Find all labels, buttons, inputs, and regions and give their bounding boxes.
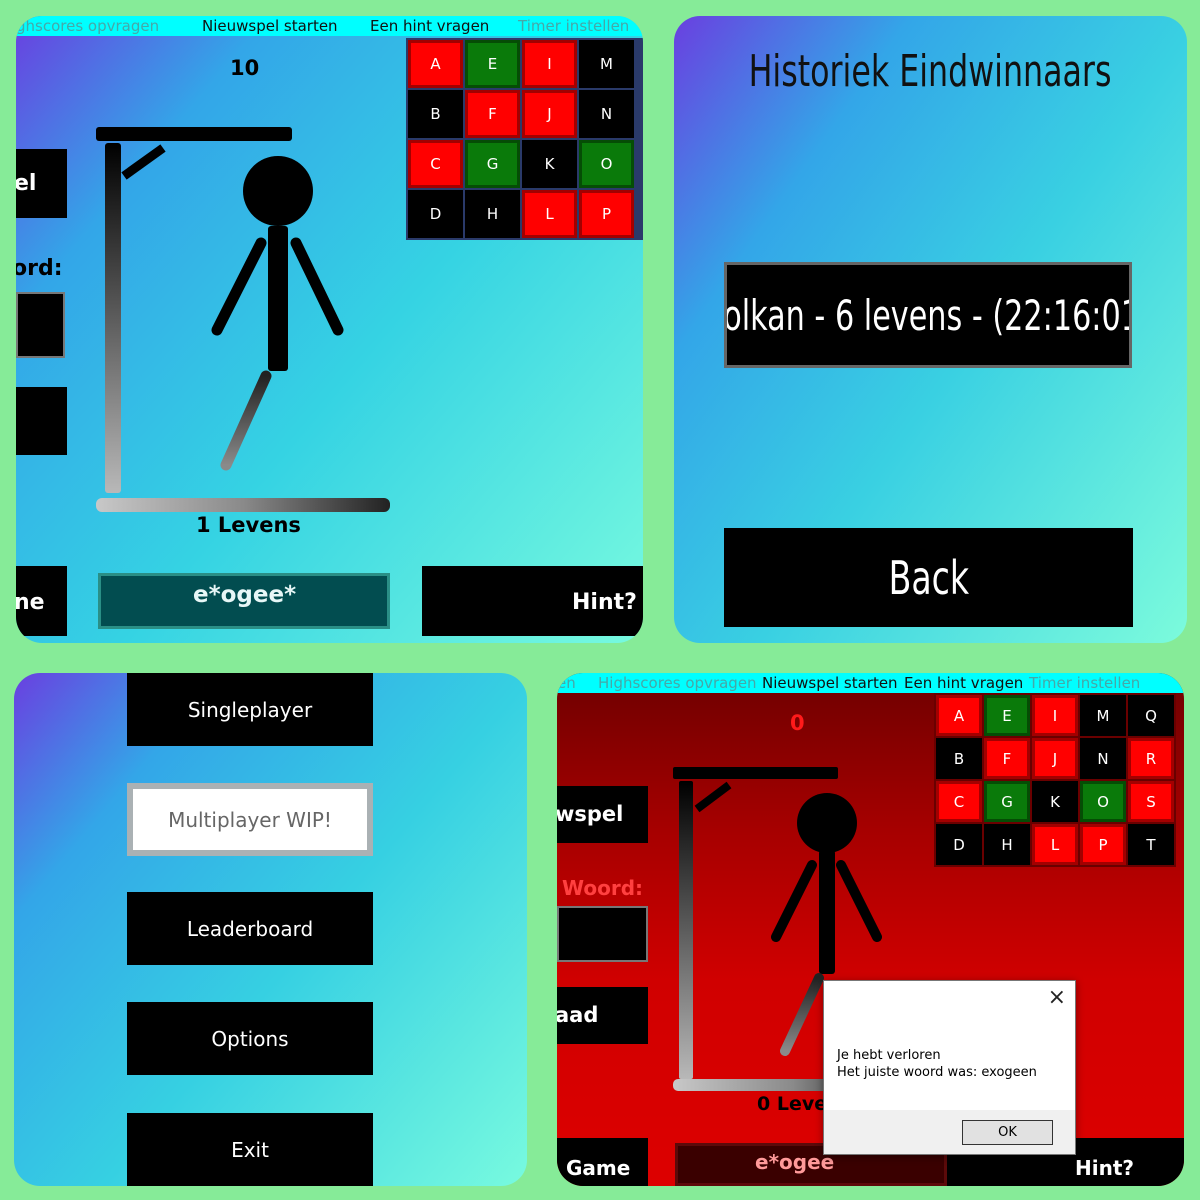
letter-key-o[interactable]: O	[1080, 781, 1126, 822]
leaderboard-button[interactable]: Leaderboard	[127, 892, 373, 965]
stickman-body	[819, 850, 835, 974]
letter-key-e[interactable]: E	[984, 695, 1030, 736]
letter-key-m[interactable]: M	[579, 40, 634, 88]
guess-input-cropped[interactable]	[557, 906, 648, 962]
letter-key-l[interactable]: L	[522, 190, 577, 238]
multiplayer-button[interactable]: Multiplayer WIP!	[127, 783, 373, 856]
guess-button-cropped[interactable]	[16, 387, 67, 455]
letter-key-n[interactable]: N	[1080, 738, 1126, 779]
letter-key-l[interactable]: L	[1032, 824, 1078, 865]
game-panel-playing: ghscores opvragen Nieuwspel starten Een …	[16, 16, 643, 643]
letter-key-j[interactable]: J	[522, 90, 577, 138]
new-game-button-cropped[interactable]: el	[16, 149, 67, 218]
letter-key-f[interactable]: F	[984, 738, 1030, 779]
stickman-body	[268, 226, 288, 371]
stickman-head	[243, 156, 313, 226]
guess-input-cropped[interactable]	[16, 292, 65, 358]
letter-key-o[interactable]: O	[579, 140, 634, 188]
close-icon[interactable]: ×	[1048, 985, 1066, 1010]
dialog-body	[824, 1019, 1075, 1109]
lives-label: 1 Levens	[196, 513, 301, 537]
stickman-head	[797, 793, 857, 853]
dialog-title-bar	[824, 981, 1075, 1019]
letter-key-h[interactable]: H	[984, 824, 1030, 865]
stickman-right-arm	[290, 237, 344, 336]
letter-key-c[interactable]: C	[936, 781, 982, 822]
letter-key-k[interactable]: K	[522, 140, 577, 188]
guess-button-cropped[interactable]: aad	[557, 987, 648, 1044]
game-button[interactable]: Game	[557, 1138, 648, 1186]
stickman-right-leg	[780, 973, 824, 1056]
game-button-cropped[interactable]: ne	[16, 566, 67, 636]
letter-key-f[interactable]: F	[465, 90, 520, 138]
gallows-top-beam	[96, 127, 292, 141]
gallows-pole	[679, 781, 693, 1079]
letter-key-c[interactable]: C	[408, 140, 463, 188]
letter-key-i[interactable]: I	[522, 40, 577, 88]
letter-key-a[interactable]: A	[936, 695, 982, 736]
dialog-message-line2: Het juiste woord was: exogeen	[837, 1065, 1037, 1080]
letter-key-d[interactable]: D	[408, 190, 463, 238]
letter-key-r[interactable]: R	[1128, 738, 1174, 779]
stickman-left-arm	[211, 237, 267, 336]
main-menu-panel: Singleplayer Multiplayer WIP! Leaderboar…	[14, 673, 527, 1186]
word-label-cropped: ord:	[16, 256, 63, 281]
leaderboard-title: Historiek Eindwinnaars	[749, 46, 1112, 97]
lose-dialog: × Je hebt verloren Het juiste woord was:…	[823, 980, 1076, 1155]
gallows-brace	[694, 781, 732, 813]
letter-key-n[interactable]: N	[579, 90, 634, 138]
letter-key-e[interactable]: E	[465, 40, 520, 88]
letter-key-h[interactable]: H	[465, 190, 520, 238]
letter-key-g[interactable]: G	[984, 781, 1030, 822]
stickman-left-arm	[771, 860, 817, 942]
game-panel-lost: en Highscores opvragen Nieuwspel starten…	[557, 673, 1184, 1186]
back-button[interactable]: Back	[724, 528, 1133, 627]
options-button[interactable]: Options	[127, 1002, 373, 1075]
letter-key-m[interactable]: M	[1080, 695, 1126, 736]
exit-button[interactable]: Exit	[127, 1113, 373, 1186]
letter-key-d[interactable]: D	[936, 824, 982, 865]
word-display: e*ogee*	[98, 573, 390, 629]
masked-word: e*ogee*	[193, 582, 297, 608]
letter-key-q[interactable]: Q	[1128, 695, 1174, 736]
gallows-base	[96, 498, 390, 512]
letter-key-g[interactable]: G	[465, 140, 520, 188]
gallows-brace	[121, 144, 166, 180]
stickman-right-leg	[220, 370, 272, 471]
letter-key-k[interactable]: K	[1032, 781, 1078, 822]
word-label: Woord:	[562, 876, 644, 900]
gallows-top-beam	[673, 767, 838, 779]
letter-key-p[interactable]: P	[579, 190, 634, 238]
letter-key-b[interactable]: B	[408, 90, 463, 138]
new-game-button-cropped[interactable]: wspel	[557, 786, 648, 843]
letter-key-a[interactable]: A	[408, 40, 463, 88]
ok-button[interactable]: OK	[962, 1120, 1053, 1145]
leaderboard-entry: Volkan - 6 levens - (22:16:01)	[724, 262, 1132, 368]
letter-key-t[interactable]: T	[1128, 824, 1174, 865]
letter-key-i[interactable]: I	[1032, 695, 1078, 736]
letter-grid: AEIMQ BFJNR CGKOS DHLPT	[934, 693, 1176, 867]
letter-key-p[interactable]: P	[1080, 824, 1126, 865]
letter-key-j[interactable]: J	[1032, 738, 1078, 779]
letter-key-b[interactable]: B	[936, 738, 982, 779]
gallows-pole	[105, 143, 121, 493]
stickman-right-arm	[836, 860, 882, 942]
singleplayer-button[interactable]: Singleplayer	[127, 673, 373, 746]
dialog-message-line1: Je hebt verloren	[837, 1048, 941, 1063]
leaderboard-panel: Historiek Eindwinnaars Volkan - 6 levens…	[674, 16, 1187, 643]
hint-button[interactable]: Hint?	[422, 566, 643, 636]
letter-key-s[interactable]: S	[1128, 781, 1174, 822]
letter-grid: AEIM BFJN CGKO DHLP	[406, 38, 643, 240]
